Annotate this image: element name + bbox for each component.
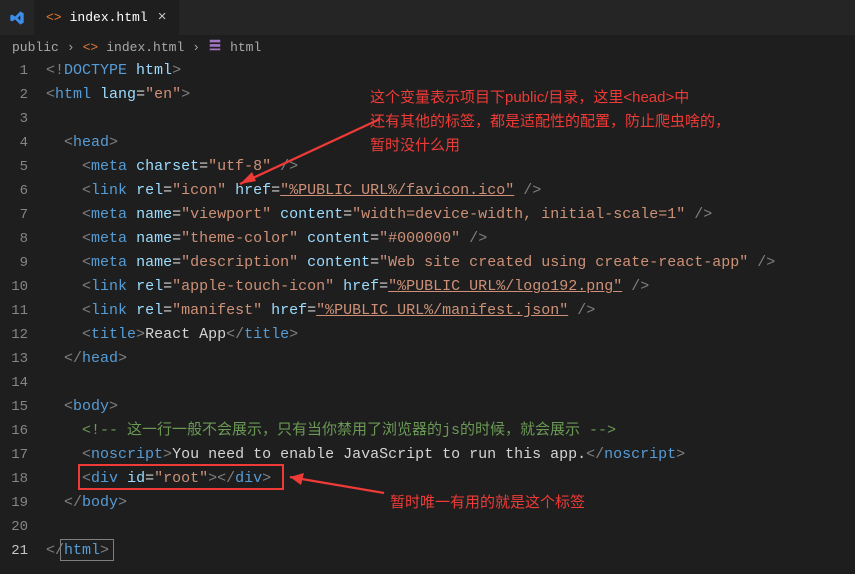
tab-filename: index.html [70, 10, 148, 25]
vscode-logo [0, 0, 34, 35]
code-content[interactable]: <!DOCTYPE html><html lang="en"> <head> <… [46, 59, 855, 574]
chevron-right-icon: › [67, 40, 75, 55]
breadcrumbs[interactable]: public › <> index.html › html [0, 35, 855, 59]
close-icon[interactable]: × [156, 9, 169, 26]
breadcrumb-symbol[interactable]: html [230, 40, 261, 55]
symbol-icon [208, 38, 222, 56]
html-file-icon: <> [83, 40, 99, 55]
chevron-right-icon: › [192, 40, 200, 55]
breadcrumb-folder[interactable]: public [12, 40, 59, 55]
minimap[interactable] [841, 59, 855, 574]
html-file-icon: <> [46, 10, 62, 25]
code-editor[interactable]: 1234 5678 9101112 13141516 17181920 21 <… [0, 59, 855, 574]
title-bar: <> index.html × [0, 0, 855, 35]
tab-index-html[interactable]: <> index.html × [34, 0, 180, 35]
line-number-gutter: 1234 5678 9101112 13141516 17181920 21 [0, 59, 46, 574]
breadcrumb-file[interactable]: index.html [106, 40, 184, 55]
